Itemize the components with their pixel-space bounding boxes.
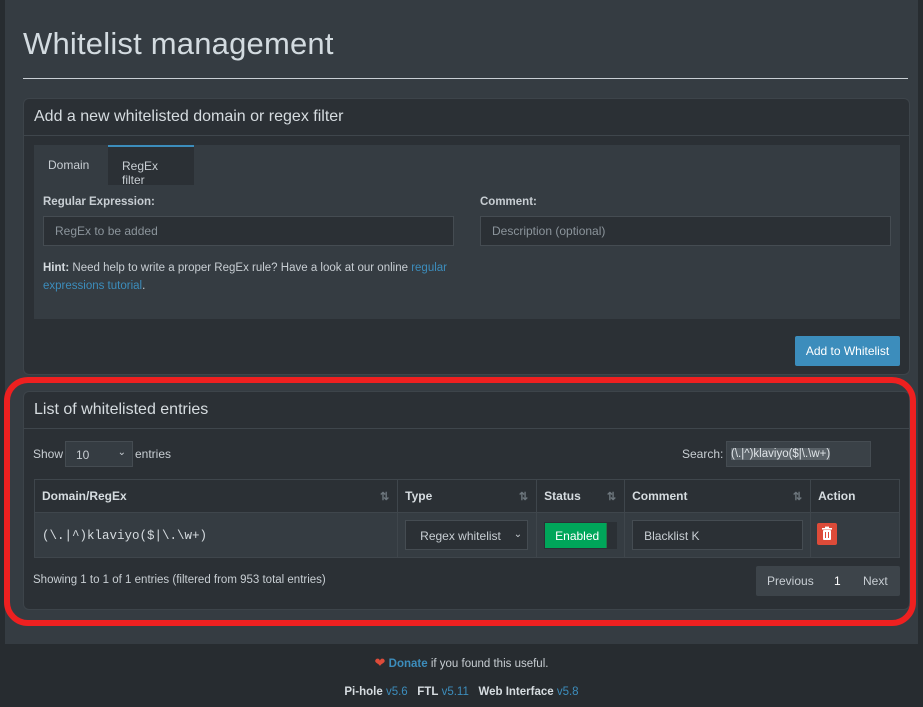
- sort-icon: ⇅: [379, 491, 390, 503]
- whitelist-entries-box: List of whitelisted entries Show 10 ⌄ en…: [23, 391, 910, 610]
- donate-suffix: if you found this useful.: [427, 658, 549, 670]
- page-size-value: 10: [76, 448, 90, 462]
- table-info: Showing 1 to 1 of 1 entries (filtered fr…: [33, 574, 326, 586]
- tab-panel: Domain RegEx filter Regular Expression: …: [34, 145, 900, 319]
- page-title: Whitelist management: [23, 26, 334, 61]
- entries-table: Domain/RegEx ⇅ Type ⇅ Status ⇅ Comment ⇅ Act…: [33, 479, 900, 558]
- search-value: (\.|^)klaviyo($|\.\w+): [731, 448, 831, 460]
- toggle-knob: [606, 522, 617, 548]
- table-header-row: Domain/RegEx ⇅ Type ⇅ Status ⇅ Comment ⇅ Act…: [33, 479, 900, 513]
- footer-versions: Pi-hole v5.6 FTL v5.11 Web Interface v5.…: [0, 686, 923, 698]
- col-status[interactable]: Status ⇅: [536, 479, 626, 513]
- add-box-header: Add a new whitelisted domain or regex fi…: [24, 99, 909, 136]
- chevron-down-icon: ⌄: [117, 447, 126, 458]
- previous-page-button[interactable]: Previous: [767, 574, 814, 588]
- cell-type: Regex whitelist ⌄: [397, 512, 538, 558]
- donate-link[interactable]: Donate: [389, 658, 428, 670]
- cell-domain: (\.|^)klaviyo($|\.\w+): [33, 512, 399, 558]
- comment-field[interactable]: Blacklist K: [632, 520, 804, 550]
- search-input[interactable]: (\.|^)klaviyo($|\.\w+): [726, 441, 871, 467]
- hint-text: Need help to write a proper RegEx rule? …: [69, 262, 412, 274]
- pihole-version-link[interactable]: v5.6: [386, 686, 408, 698]
- status-toggle[interactable]: Enabled: [544, 521, 618, 549]
- heart-icon: ❤: [374, 655, 386, 670]
- pihole-label: Pi-hole: [344, 686, 383, 698]
- regex-hint: Hint: Need help to write a proper RegEx …: [43, 259, 473, 295]
- show-label: Show: [33, 447, 64, 461]
- hint-label: Hint:: [43, 262, 70, 274]
- type-select[interactable]: Regex whitelist ⌄: [405, 520, 529, 550]
- col-type[interactable]: Type ⇅: [397, 479, 538, 513]
- cell-action: [810, 512, 900, 558]
- delete-button[interactable]: [817, 522, 838, 545]
- comment-label: Comment:: [480, 196, 537, 208]
- footer-donate: ❤ Donate if you found this useful.: [0, 655, 923, 671]
- pagination: Previous 1 Next: [756, 566, 900, 596]
- comment-input[interactable]: Description (optional): [480, 216, 891, 246]
- sort-icon: ⇅: [518, 491, 529, 503]
- add-entry-box: Add a new whitelisted domain or regex fi…: [23, 98, 910, 375]
- web-version-link[interactable]: v5.8: [557, 686, 579, 698]
- search-label: Search:: [682, 447, 724, 461]
- cell-status: Enabled: [536, 512, 626, 558]
- table-row: (\.|^)klaviyo($|\.\w+) Regex whitelist ⌄ …: [33, 512, 900, 558]
- regex-input[interactable]: RegEx to be added: [43, 216, 454, 246]
- trash-icon: [822, 526, 833, 540]
- ftl-label: FTL: [417, 686, 439, 698]
- hint-end: .: [142, 280, 146, 292]
- page-size-select[interactable]: 10 ⌄: [65, 441, 133, 467]
- regex-label: Regular Expression:: [43, 196, 155, 208]
- ftl-version-link[interactable]: v5.11: [442, 686, 469, 698]
- domain-regex-text: (\.|^)klaviyo($|\.\w+): [42, 528, 208, 543]
- sort-icon: ⇅: [792, 491, 803, 503]
- next-page-button[interactable]: Next: [863, 574, 888, 588]
- add-to-whitelist-button[interactable]: Add to Whitelist: [795, 336, 900, 366]
- title-divider: [23, 78, 908, 79]
- tab-regex-filter[interactable]: RegEx filter: [108, 145, 194, 187]
- tab-domain[interactable]: Domain: [34, 145, 108, 185]
- entries-label: entries: [135, 447, 172, 461]
- col-comment[interactable]: Comment ⇅: [624, 479, 812, 513]
- cell-comment: Blacklist K: [624, 512, 812, 558]
- list-box-header: List of whitelisted entries: [24, 392, 909, 429]
- page-1-button[interactable]: 1: [834, 574, 841, 588]
- col-domain-regex[interactable]: Domain/RegEx ⇅: [33, 479, 399, 513]
- chevron-down-icon: ⌄: [513, 529, 523, 540]
- col-action: Action: [810, 479, 900, 513]
- sort-icon: ⇅: [606, 491, 617, 503]
- web-interface-label: Web Interface: [478, 686, 554, 698]
- content-area: Whitelist management Add a new whitelist…: [5, 0, 918, 644]
